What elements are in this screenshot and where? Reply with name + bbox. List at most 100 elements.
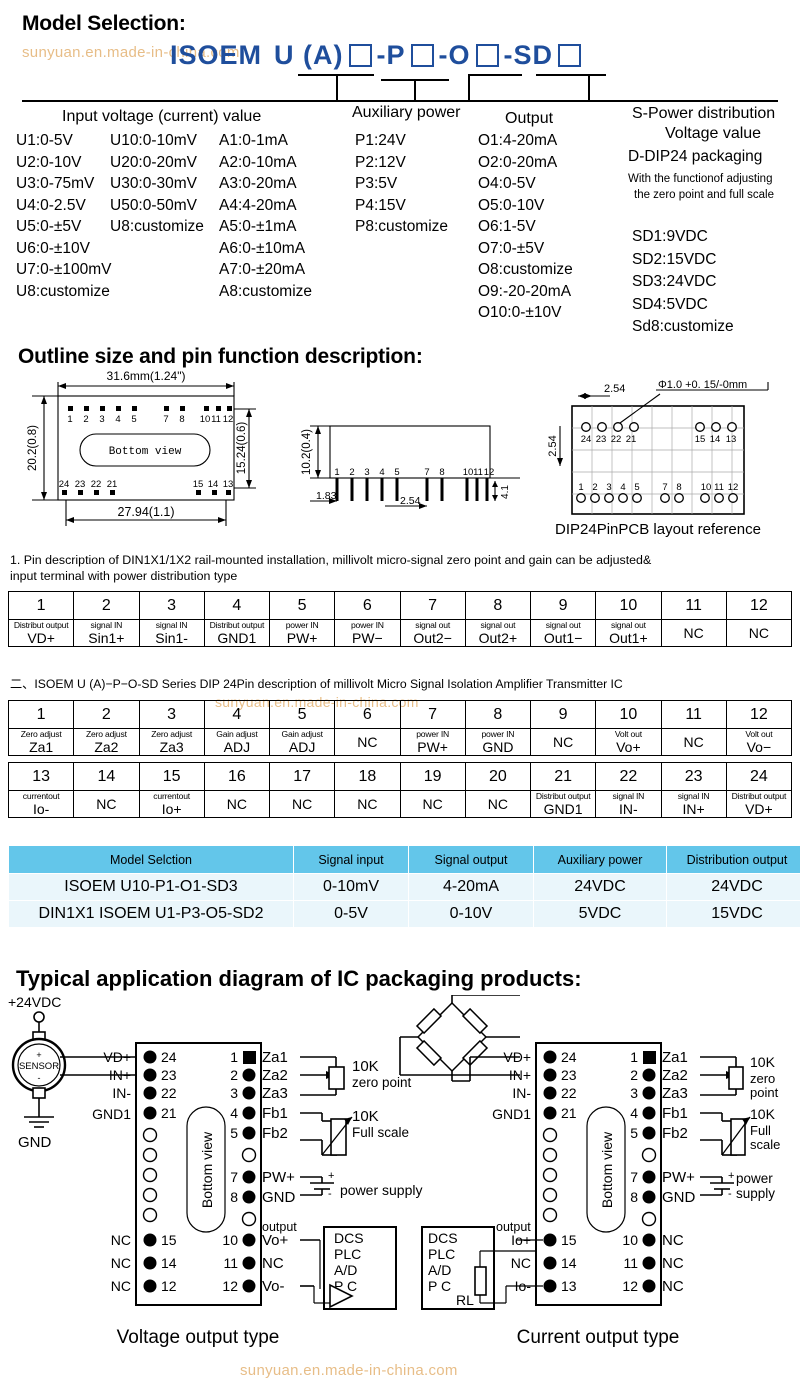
pin-number: 7 (399, 700, 466, 729)
pin-num: 7 (230, 1169, 238, 1185)
pin-number: 21 (529, 762, 597, 791)
pin-num: 4 (630, 1105, 638, 1121)
pin-label-gnd1: GND1 (492, 1106, 531, 1122)
svg-text:23: 23 (596, 434, 607, 445)
bracket-output-stem (468, 74, 470, 100)
pin-label-za1: Za1 (262, 1049, 288, 1066)
pin-number: 16 (203, 762, 271, 791)
cell-distribution-output: 15VDC (666, 900, 800, 928)
pin-function-main: NC (683, 625, 704, 641)
svg-text:15: 15 (193, 479, 204, 490)
pin-number: 12 (725, 591, 793, 620)
pin-label-inn: IN- (512, 1085, 531, 1101)
colhead-output: Output (505, 110, 554, 127)
pin-function-sub: signal IN (677, 791, 710, 801)
svg-text:5: 5 (634, 482, 639, 493)
pin-label-fb1: Fb1 (662, 1105, 688, 1122)
power-minus-left: - (328, 1188, 332, 1200)
table-row-numbers: 1 2 3 4 5 6 7 8 9 10 11 12 (7, 591, 793, 620)
output-item: O8:customize (478, 261, 573, 278)
pin-number: 8 (464, 591, 532, 620)
input-item: U6:0-±10V (16, 239, 90, 257)
input-item: U50:0-50mV (110, 196, 198, 214)
pin-function-main: Vo+ (616, 739, 641, 755)
pcb-caption: DIP24PinPCB layout reference (555, 521, 761, 538)
table-row-numbers: 1 2 3 4 5 6 7 8 9 10 11 12 (7, 700, 793, 729)
code-part-o: -O (438, 40, 471, 70)
pin-label-nc: NC (262, 1255, 284, 1272)
pin-function-main: PW− (352, 630, 383, 646)
pin-num: 12 (161, 1278, 177, 1294)
input-item: A5:0-±1mA (219, 218, 297, 235)
pin-number: 17 (268, 762, 336, 791)
pin-number: 10 (595, 591, 662, 620)
pot-zero-label-r2: point (750, 1085, 779, 1100)
dim-inner-height: 15.24(0.6) (236, 422, 248, 475)
pin-function: Volt out Vo− (725, 728, 793, 756)
pin-function-main: ADJ (288, 739, 316, 755)
pin-function-main: VD+ (27, 630, 55, 646)
dim-width: 31.6mm(1.24") (107, 369, 186, 383)
bracket-aux-stem (414, 79, 416, 100)
pin-num: 23 (561, 1067, 577, 1083)
label-power-supply-left: power supply (340, 1182, 423, 1198)
pin-function: power IN GND (464, 728, 532, 756)
svg-text:7: 7 (424, 467, 429, 478)
pin-function-sub: Gain adjust (281, 729, 323, 739)
outline-diagrams: 31.6mm(1.24") 20.2(0.8) 15.24(0.6) 27.94… (0, 368, 800, 538)
pin-number: 20 (464, 762, 532, 791)
svg-text:3: 3 (606, 482, 611, 493)
table-row-functions: currentout Io- NC currentout Io+ NC NC NC … (7, 790, 793, 818)
input-item: U10:0-10mV (110, 132, 198, 149)
top-view-label: Bottom view (109, 446, 182, 458)
pin-number: 10 (595, 700, 662, 729)
dim-bottom: 27.94(1.1) (118, 505, 175, 519)
pin-number: 14 (73, 762, 140, 791)
pin-num: 23 (161, 1067, 177, 1083)
pin-num: 15 (161, 1232, 177, 1248)
aux-item: P8:customize (355, 218, 449, 235)
cell-model: DIN1X1 ISOEM U1-P3-O5-SD2 (8, 900, 294, 928)
caption-current-output: Current output type (517, 1327, 680, 1348)
pin-num: 5 (630, 1125, 638, 1141)
pin-num: 14 (161, 1255, 177, 1271)
svg-text:1: 1 (67, 414, 72, 425)
cell-aux-power: 24VDC (533, 873, 667, 901)
pin-function-sub: power IN (416, 729, 450, 739)
pin-table-2-note: 二、ISOEM U (A)−P−O-SD Series DIP 24Pin de… (10, 677, 623, 691)
dim-pin-length: 4.1 (500, 485, 511, 499)
input-item: U4:0-2.5V (16, 196, 86, 214)
pin-function: NC (660, 619, 727, 647)
output-item: O5:0-10V (478, 196, 545, 214)
pin-number: 3 (138, 700, 205, 729)
svg-text:8: 8 (179, 414, 184, 425)
label-output-right: output (496, 1220, 531, 1234)
pin-function-main: GND (482, 739, 514, 755)
input-item: A8:customize (219, 282, 313, 300)
pin-label-vd: VD+ (503, 1049, 531, 1065)
input-item: A6:0-±10mA (219, 239, 306, 257)
pin-function: signal IN Sin1- (138, 619, 205, 647)
pin-function-main: NC (357, 796, 378, 812)
pin-num: 1 (230, 1049, 238, 1065)
pin-num: 3 (630, 1085, 638, 1101)
dcs-line: PLC (334, 1246, 361, 1262)
table-row-functions: Distribut output VD+ signal IN Sin1+ signa… (7, 619, 793, 647)
pin-num: 24 (561, 1049, 577, 1065)
pot-zero-label-r1: zero (750, 1071, 775, 1086)
svg-text:2: 2 (592, 482, 597, 493)
pin-function-main: Za2 (94, 739, 119, 755)
input-item: A3:0-20mA (219, 175, 297, 192)
sd-item: SD2:15VDC (632, 250, 717, 268)
dcs-line: PLC (428, 1246, 455, 1262)
pin-num: 15 (561, 1232, 577, 1248)
label-power-supply-r2: supply (736, 1186, 775, 1201)
pin-function-main: NC (487, 796, 508, 812)
pin-function-sub: signal IN (612, 791, 645, 801)
pin-function-sub: Volt out (745, 729, 773, 739)
input-item: A1:0-1mA (219, 132, 288, 149)
pin-num: 10 (622, 1232, 638, 1248)
dim-pcb-row: 2.54 (547, 435, 559, 456)
svg-text:8: 8 (676, 482, 681, 493)
pin-function-main: NC (226, 796, 247, 812)
